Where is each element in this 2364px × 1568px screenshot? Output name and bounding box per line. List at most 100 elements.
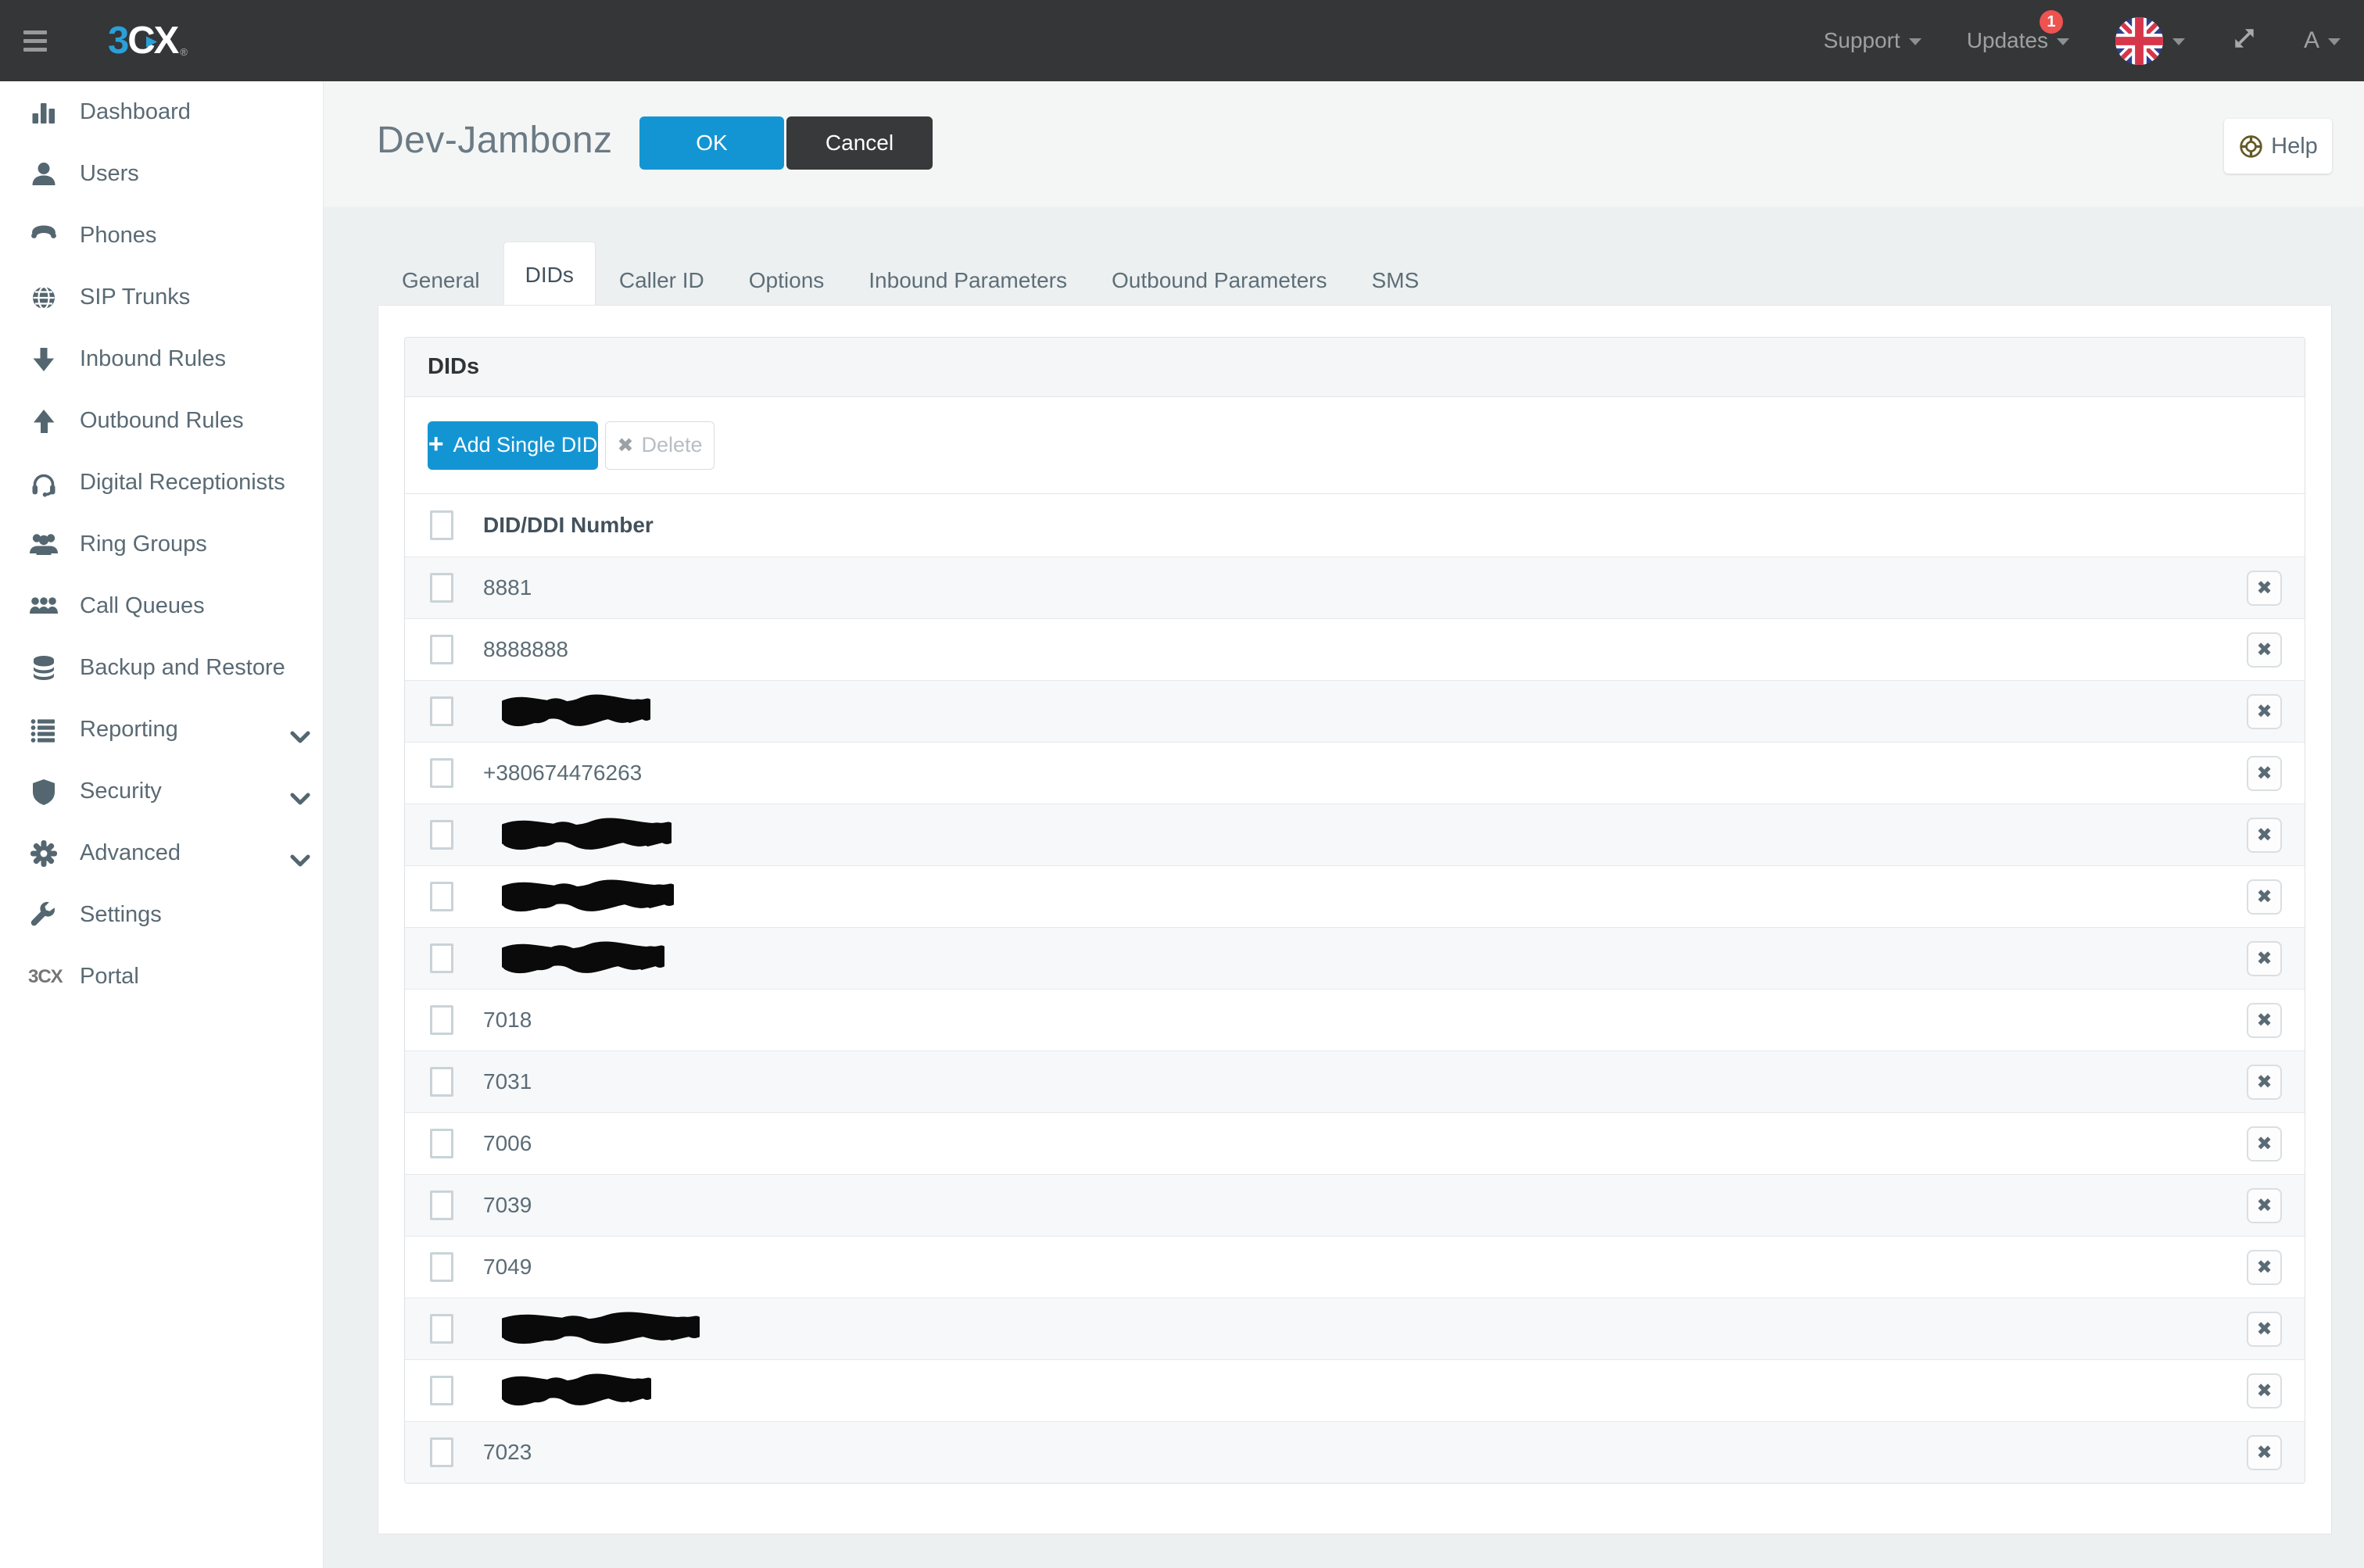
delete-button[interactable]: ✖ Delete: [605, 421, 715, 470]
account-menu[interactable]: A: [2304, 27, 2341, 54]
sidebar-item-label: Ring Groups: [80, 532, 207, 557]
sidebar-item-security[interactable]: Security: [0, 761, 323, 822]
sidebar-item-label: Phones: [80, 223, 156, 249]
arrow-down-icon: [28, 344, 80, 375]
row-checkbox[interactable]: [430, 573, 453, 603]
support-label: Support: [1824, 28, 1900, 53]
tab-inbound-parameters[interactable]: Inbound Parameters: [847, 256, 1088, 305]
did-number: 7031: [483, 1069, 532, 1094]
table-row: 8881 ✖: [405, 557, 2305, 618]
portal-3cx-icon: 3CX: [28, 966, 80, 988]
column-header-did-number: DID/DDI Number: [483, 513, 654, 538]
row-delete-button[interactable]: ✖: [2247, 632, 2282, 668]
tab-outbound-parameters[interactable]: Outbound Parameters: [1091, 256, 1349, 305]
row-delete-button[interactable]: ✖: [2247, 1126, 2282, 1162]
row-delete-button[interactable]: ✖: [2247, 941, 2282, 976]
support-menu[interactable]: Support: [1824, 28, 1922, 53]
row-delete-button[interactable]: ✖: [2247, 1373, 2282, 1409]
did-number: 7039: [483, 1193, 532, 1218]
redaction-scribble: [502, 1373, 651, 1409]
sidebar-item-sip-trunks[interactable]: SIP Trunks: [0, 267, 323, 328]
sidebar-item-inbound-rules[interactable]: Inbound Rules: [0, 328, 323, 390]
hamburger-menu-icon[interactable]: [23, 30, 47, 52]
row-checkbox[interactable]: [430, 1376, 453, 1405]
list-icon: [28, 714, 80, 746]
row-delete-button[interactable]: ✖: [2247, 1435, 2282, 1470]
tab-sms[interactable]: SMS: [1351, 256, 1441, 305]
row-checkbox[interactable]: [430, 758, 453, 788]
sidebar-item-portal[interactable]: 3CX Portal: [0, 946, 323, 1008]
sidebar-item-digital-receptionists[interactable]: Digital Receptionists: [0, 452, 323, 514]
sidebar-item-users[interactable]: Users: [0, 143, 323, 205]
tab-bar: GeneralDIDsCaller IDOptionsInbound Param…: [324, 207, 2364, 305]
sidebar-item-label: Users: [80, 161, 139, 187]
row-checkbox[interactable]: [430, 1005, 453, 1035]
select-all-checkbox[interactable]: [430, 510, 453, 540]
row-delete-button[interactable]: ✖: [2247, 1188, 2282, 1223]
chevron-down-icon: [2328, 38, 2341, 45]
sidebar-item-label: Security: [80, 779, 162, 804]
row-checkbox[interactable]: [430, 1067, 453, 1097]
sidebar-item-outbound-rules[interactable]: Outbound Rules: [0, 390, 323, 452]
redaction-scribble: [502, 1311, 700, 1347]
help-button[interactable]: Help: [2224, 119, 2332, 174]
3cx-logo[interactable]: 3 CX▶ ®: [108, 19, 186, 63]
bar-chart-icon: [28, 97, 80, 128]
tab-options[interactable]: Options: [728, 256, 846, 305]
page-header: Dev-Jambonz OK Cancel Help: [324, 81, 2364, 207]
tab-caller-id[interactable]: Caller ID: [598, 256, 725, 305]
redaction-scribble: [502, 817, 672, 853]
dids-panel: DIDs + Add Single DID ✖ Delete DID/DDI N…: [404, 337, 2305, 1484]
help-label: Help: [2271, 134, 2318, 159]
row-checkbox[interactable]: [430, 1314, 453, 1344]
fullscreen-toggle[interactable]: [2230, 24, 2258, 58]
row-checkbox[interactable]: [430, 882, 453, 911]
row-checkbox[interactable]: [430, 943, 453, 973]
row-delete-button[interactable]: ✖: [2247, 1312, 2282, 1347]
tab-content-card: DIDs + Add Single DID ✖ Delete DID/DDI N…: [378, 305, 2332, 1534]
table-row: 7049 ✖: [405, 1236, 2305, 1298]
3cx-management-console: 3 CX▶ ® Support Updates 1: [0, 0, 2364, 1568]
sidebar-item-settings[interactable]: Settings: [0, 884, 323, 946]
sidebar-item-label: Inbound Rules: [80, 346, 226, 372]
language-selector[interactable]: [2115, 16, 2185, 66]
main-content: Dev-Jambonz OK Cancel Help GeneralDIDsCa…: [324, 81, 2364, 1568]
sidebar-item-advanced[interactable]: Advanced: [0, 822, 323, 884]
tab-dids[interactable]: DIDs: [503, 242, 596, 305]
sidebar-item-dashboard[interactable]: Dashboard: [0, 81, 323, 143]
topbar-menu: Support Updates 1: [1824, 16, 2364, 66]
row-delete-button[interactable]: ✖: [2247, 756, 2282, 791]
row-delete-button[interactable]: ✖: [2247, 1250, 2282, 1285]
sidebar-item-phones[interactable]: Phones: [0, 205, 323, 267]
row-delete-button[interactable]: ✖: [2247, 1003, 2282, 1038]
cancel-button[interactable]: Cancel: [786, 116, 933, 170]
row-checkbox[interactable]: [430, 1190, 453, 1220]
database-icon: [28, 653, 80, 684]
sidebar-item-call-queues[interactable]: Call Queues: [0, 575, 323, 637]
row-checkbox[interactable]: [430, 1129, 453, 1158]
row-checkbox[interactable]: [430, 1252, 453, 1282]
row-delete-button[interactable]: ✖: [2247, 571, 2282, 606]
did-number: 8881: [483, 575, 532, 600]
add-single-did-button[interactable]: + Add Single DID: [428, 421, 598, 470]
row-delete-button[interactable]: ✖: [2247, 1065, 2282, 1100]
row-checkbox[interactable]: [430, 696, 453, 726]
row-checkbox[interactable]: [430, 1437, 453, 1467]
updates-menu[interactable]: Updates 1: [1967, 28, 2069, 53]
ok-button[interactable]: OK: [639, 116, 784, 170]
tab-general[interactable]: General: [381, 256, 501, 305]
updates-label: Updates: [1967, 28, 2048, 53]
x-icon: ✖: [618, 434, 634, 457]
phone-icon: [28, 220, 80, 252]
sidebar-item-backup-and-restore[interactable]: Backup and Restore: [0, 637, 323, 699]
sidebar-item-reporting[interactable]: Reporting: [0, 699, 323, 761]
account-label: A: [2304, 27, 2319, 54]
row-delete-button[interactable]: ✖: [2247, 879, 2282, 915]
row-delete-button[interactable]: ✖: [2247, 694, 2282, 729]
row-checkbox[interactable]: [430, 635, 453, 664]
row-delete-button[interactable]: ✖: [2247, 818, 2282, 853]
sidebar-item-ring-groups[interactable]: Ring Groups: [0, 514, 323, 575]
table-row: 7018 ✖: [405, 989, 2305, 1051]
uk-flag-icon: [2115, 16, 2164, 66]
row-checkbox[interactable]: [430, 820, 453, 850]
